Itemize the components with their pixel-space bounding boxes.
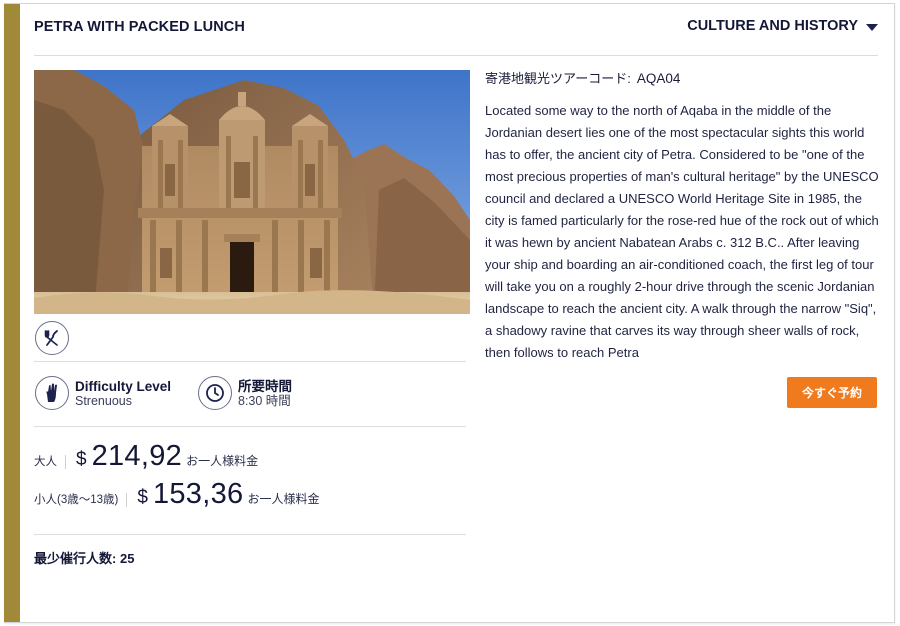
adult-currency: $ bbox=[76, 449, 87, 470]
accent-bar bbox=[4, 4, 20, 622]
divider-features-top bbox=[34, 361, 466, 362]
header-divider bbox=[34, 55, 878, 56]
difficulty-title: Difficulty Level bbox=[75, 378, 172, 394]
tour-code-row: 寄港地観光ツアーコード: AQA04 bbox=[485, 68, 680, 87]
category-label: CULTURE AND HISTORY bbox=[687, 18, 858, 34]
child-amount: 153,36 bbox=[152, 478, 244, 510]
book-now-button[interactable]: 今すぐ予約 bbox=[787, 377, 877, 408]
duration-value: 8:30 時間 bbox=[238, 393, 291, 408]
adult-amount: 214,92 bbox=[91, 440, 183, 472]
child-currency: $ bbox=[137, 487, 148, 508]
divider-prices-top bbox=[34, 426, 466, 427]
adult-label: 大人 bbox=[34, 455, 66, 469]
tour-photo bbox=[34, 70, 470, 314]
min-participants-label: 最少催行人数 bbox=[34, 551, 113, 566]
tour-code-value: AQA04 bbox=[636, 71, 681, 86]
difficulty-feature: Difficulty Level Strenuous bbox=[35, 376, 171, 410]
tour-description: Located some way to the north of Aqaba i… bbox=[485, 103, 879, 360]
child-label: 小人(3歳～13歳) bbox=[34, 493, 128, 507]
tour-card: PETRA WITH PACKED LUNCH CULTURE AND HIST… bbox=[4, 3, 895, 623]
tour-title: PETRA WITH PACKED LUNCH bbox=[34, 19, 245, 35]
difficulty-value: Strenuous bbox=[75, 393, 132, 408]
adult-price-row: 大人 $ 214,92 お一人様料金 bbox=[34, 440, 258, 473]
child-price-row: 小人(3歳～13歳) $ 153,36 お一人様料金 bbox=[34, 478, 319, 511]
clock-icon bbox=[198, 376, 232, 410]
chevron-down-icon[interactable] bbox=[866, 23, 878, 31]
adult-per-person: お一人様料金 bbox=[186, 454, 259, 468]
tour-code-label: 寄港地観光ツアーコード: bbox=[485, 71, 631, 86]
duration-title: 所要時間 bbox=[238, 378, 292, 394]
divider-prices-bottom bbox=[34, 534, 466, 535]
fork-knife-icon bbox=[35, 321, 69, 355]
min-participants: 最少催行人数: 25 bbox=[34, 551, 135, 566]
duration-feature: 所要時間 8:30 時間 bbox=[198, 376, 292, 410]
hand-icon bbox=[35, 376, 69, 410]
category-dropdown[interactable]: CULTURE AND HISTORY bbox=[687, 18, 878, 34]
min-participants-value: 25 bbox=[119, 551, 135, 566]
child-per-person: お一人様料金 bbox=[247, 492, 320, 506]
